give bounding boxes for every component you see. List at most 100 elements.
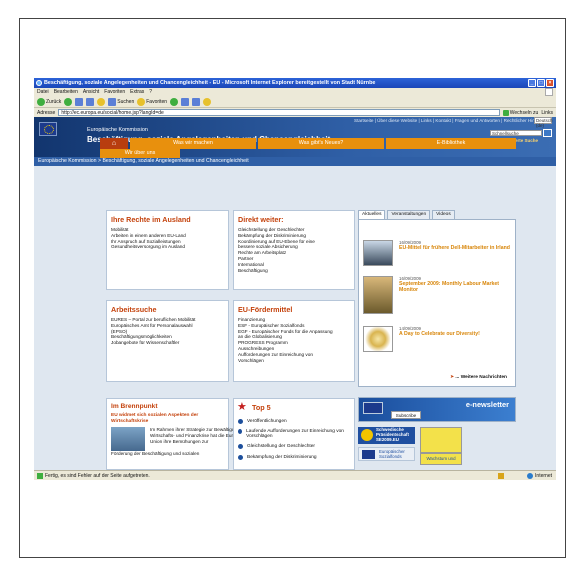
mail-icon[interactable] (181, 97, 190, 106)
bullet-icon (238, 419, 243, 424)
language-select[interactable]: Deutsch (de) (534, 117, 553, 128)
top-links[interactable]: Startseite | Über diese Website | Links … (354, 118, 544, 123)
news-image (363, 240, 393, 266)
top5-title: Top 5 (252, 403, 271, 412)
folder-icon[interactable] (203, 97, 212, 106)
zone-indicator: Internet (527, 473, 552, 479)
subscribe-button[interactable]: Subscribe (391, 411, 421, 419)
tab-veranstaltungen[interactable]: Veranstaltungen (387, 210, 431, 219)
news-item[interactable]: 16/09/2009 EU-Mittel für frühere Dell-Mi… (363, 240, 513, 268)
status-text: Fertig, es sind Fehler auf der Seite auf… (45, 472, 150, 479)
panel-foerdermittel: EU-Fördermittel Finanzierung ESF - Europ… (233, 300, 355, 382)
tab-aktuelles[interactable]: Aktuelles (358, 210, 386, 219)
e-newsletter-banner[interactable]: e-newsletter Subscribe (358, 397, 516, 422)
list-item[interactable]: Laufende Aufforderungen zur Einreichung … (238, 429, 350, 440)
list-item[interactable]: Bekämpfung der Diskriminierung (238, 455, 317, 460)
panel-rechte-title: Ihre Rechte im Ausland (111, 215, 191, 224)
tab-was-gibts-neues[interactable]: Was gibt's Neues? (258, 138, 384, 149)
stop-icon[interactable] (75, 97, 84, 106)
refresh-icon[interactable] (86, 97, 95, 106)
brennpunkt-image (111, 427, 145, 451)
list-item[interactable]: Veröffentlichungen (238, 419, 287, 424)
menu-help[interactable]: ? (149, 89, 152, 95)
search-input[interactable]: Schnellsuche (490, 130, 542, 136)
list-item[interactable]: Gesundheitsversorgung im Ausland (111, 244, 224, 250)
tab-videos[interactable]: Videos (432, 210, 455, 219)
eu-flag-icon (362, 450, 375, 459)
address-label: Adresse (37, 109, 56, 116)
menu-ansicht[interactable]: Ansicht (83, 89, 99, 95)
history-icon[interactable] (170, 97, 179, 106)
tab-e-bibliothek[interactable]: E-Bibliothek (386, 138, 516, 149)
news-tabs: Aktuelles Veranstaltungen Videos (358, 210, 455, 219)
window-titlebar: Beschäftigung, soziale Angelegenheiten u… (34, 78, 556, 88)
eu-flag-icon (363, 402, 383, 414)
menu-datei[interactable]: Datei (37, 89, 49, 95)
main-nav: ⌂ Was wir machen Was gibt's Neues? E-Bib… (100, 138, 516, 149)
favorites-button[interactable]: Favoriten (137, 97, 167, 106)
esf-banner[interactable]: Europäischer Sozialfonds (358, 447, 415, 461)
status-bar: Fertig, es sind Fehler auf der Seite auf… (34, 470, 556, 480)
growth-banner[interactable]: Wachstum und (420, 453, 462, 465)
eu-flag-icon (39, 122, 57, 136)
search-icon (108, 97, 117, 106)
print-icon[interactable] (192, 97, 201, 106)
ie-icon (36, 80, 42, 86)
bullet-icon (238, 455, 243, 460)
presidency-logo-icon (361, 429, 373, 441)
panel-direkt-title: Direkt weiter: (238, 215, 284, 224)
more-news-link[interactable]: ➤ ... Weitere Nachrichten (450, 375, 507, 380)
news-headline[interactable]: EU-Mittel für frühere Dell-Mitarbeiter i… (399, 245, 511, 251)
windows-logo-icon (545, 88, 553, 96)
list-item[interactable]: Jobangebote für Wissenschaftler (111, 340, 224, 346)
swedish-presidency-banner[interactable]: Schwedische Präsidentschaft SE2009.EU (358, 427, 415, 444)
globe-icon (527, 473, 534, 479)
menu-bearbeiten[interactable]: Bearbeiten (54, 89, 78, 95)
star-icon (137, 97, 146, 106)
go-button[interactable]: Wechseln zu (502, 109, 538, 116)
links-button[interactable]: Links (541, 110, 553, 116)
list-item[interactable]: Vorschlägen (238, 358, 350, 364)
panel-rechte: Ihre Rechte im Ausland Mobilität Arbeite… (106, 210, 229, 290)
brennpunkt-subtitle[interactable]: EU widmet sich sozialen Aspekten der Wir… (107, 413, 228, 425)
news-headline[interactable]: September 2009: Monthly Labour Market Mo… (399, 281, 511, 293)
warning-icon (37, 472, 43, 479)
news-item[interactable]: 14/09/2009 A Day to Celebrate our Divers… (363, 326, 513, 354)
news-image (363, 326, 393, 352)
tab-was-wir-machen[interactable]: Was wir machen (130, 138, 256, 149)
bullet-icon (238, 444, 243, 449)
forward-arrow-icon[interactable] (64, 97, 73, 106)
news-image (363, 276, 393, 314)
commission-label: Europäische Kommission (87, 127, 148, 133)
window-title: Beschäftigung, soziale Angelegenheiten u… (44, 80, 376, 86)
home-icon[interactable] (97, 97, 106, 106)
toolbar: Zurück Suchen Favoriten (34, 96, 556, 108)
panel-arbeitssuche: Arbeitssuche EURES – Portal zur beruflic… (106, 300, 229, 382)
address-bar: Adresse http://ec.europa.eu/social/home.… (34, 108, 556, 117)
tab-wir-ueber-uns[interactable]: Wir über uns (100, 149, 180, 158)
panel-brennpunkt-title: Im Brennpunkt (111, 403, 158, 410)
panel-brennpunkt: Im Brennpunkt EU widmet sich sozialen As… (106, 398, 252, 470)
bullet-icon (238, 429, 243, 434)
close-button[interactable]: × (546, 79, 554, 87)
menu-favoriten[interactable]: Favoriten (104, 89, 125, 95)
search-go-button[interactable] (543, 129, 552, 137)
back-button[interactable]: Zurück (37, 97, 61, 106)
menu-extras[interactable]: Extras (130, 89, 144, 95)
news-item[interactable]: 16/09/2009 September 2009: Monthly Labou… (363, 276, 513, 316)
e-newsletter-logo: e-newsletter (465, 400, 509, 409)
go-arrow-icon (502, 109, 509, 116)
address-input[interactable]: http://ec.europa.eu/social/home.jsp?lang… (58, 109, 500, 116)
list-item[interactable]: Gleichstellung der Geschlechter (238, 444, 315, 449)
home-tab-icon[interactable]: ⌂ (100, 138, 128, 149)
news-headline[interactable]: A Day to Celebrate our Diversity! (399, 331, 511, 337)
minimize-button[interactable]: _ (528, 79, 536, 87)
panel-arbeitssuche-title: Arbeitssuche (111, 305, 157, 314)
growth-banner-image[interactable] (420, 427, 462, 453)
lock-icon (498, 473, 504, 479)
list-item[interactable]: Beschäftigung (238, 268, 350, 274)
breadcrumb[interactable]: Europäische Kommission > Beschäftigung, … (34, 157, 556, 166)
maximize-button[interactable]: □ (537, 79, 545, 87)
browser-window: Beschäftigung, soziale Angelegenheiten u… (34, 78, 556, 480)
search-button[interactable]: Suchen (108, 97, 134, 106)
